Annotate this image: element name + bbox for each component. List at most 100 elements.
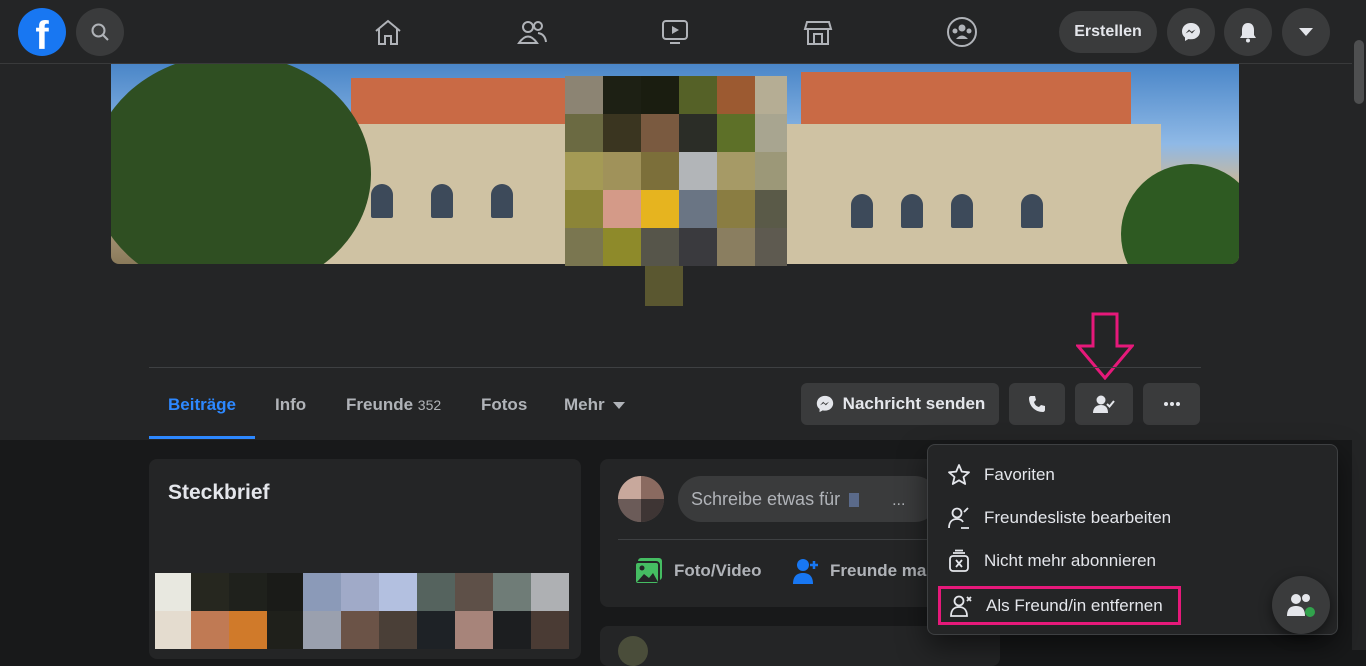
scrollbar-thumb[interactable] [1354, 40, 1364, 104]
contacts-icon [1287, 594, 1315, 617]
marketplace-icon [803, 21, 833, 45]
more-options-button[interactable] [1143, 383, 1200, 425]
watch-icon [662, 20, 688, 44]
nav-watch[interactable] [653, 10, 697, 54]
call-button[interactable] [1009, 383, 1065, 425]
cover-window [1021, 194, 1043, 228]
pixel [565, 114, 603, 152]
intro-title: Steckbrief [168, 481, 270, 504]
pixel [455, 573, 493, 611]
nav-marketplace[interactable] [796, 10, 840, 54]
pixel [755, 190, 787, 228]
avatar[interactable] [618, 476, 664, 522]
pixelated-name [849, 493, 860, 508]
cover-window [951, 194, 973, 228]
search-icon [91, 23, 109, 41]
pixel [641, 76, 679, 114]
messenger-icon [816, 395, 833, 413]
down-arrow-annotation-icon [1076, 312, 1134, 380]
pixel [531, 573, 569, 611]
pixel [603, 114, 641, 152]
pixel [493, 611, 531, 649]
tab-friends[interactable]: Freunde 352 [346, 383, 441, 439]
menu-item-unfriend[interactable]: Als Freund/in entfernen [938, 586, 1181, 625]
pixel [679, 190, 717, 228]
cover-window [901, 194, 923, 228]
create-button[interactable]: Erstellen [1059, 11, 1157, 53]
pixel [641, 228, 679, 266]
pixel [717, 152, 755, 190]
tab-more[interactable]: Mehr [564, 383, 626, 439]
tab-info[interactable]: Info [275, 383, 306, 439]
pixel [645, 266, 683, 306]
profile-picture[interactable] [565, 64, 787, 306]
pixel [455, 611, 493, 649]
intro-pixelated-photos[interactable] [155, 573, 569, 659]
phone-icon [1029, 396, 1045, 412]
pixel [603, 190, 641, 228]
friends-count: 352 [417, 397, 442, 413]
pixel [679, 114, 717, 152]
tag-friends-icon [793, 559, 818, 584]
header-divider [149, 367, 1201, 368]
tab-label: Beiträge [167, 395, 237, 414]
pixel [191, 611, 229, 649]
pixel [191, 573, 229, 611]
pixel [755, 152, 787, 190]
menu-item-edit-friend-list[interactable]: Freundesliste bearbeiten [936, 497, 1331, 539]
messenger-button[interactable] [1167, 8, 1215, 56]
photo-video-label: Foto/Video [674, 561, 762, 580]
pixel [531, 611, 569, 649]
pixel [755, 114, 787, 152]
composer-input[interactable]: Schreibe etwas für ... [678, 476, 938, 522]
more-dots-icon [1163, 402, 1180, 406]
pixel [755, 228, 787, 266]
composer-placeholder: Schreibe etwas für [691, 489, 841, 509]
pixel [603, 152, 641, 190]
notifications-button[interactable] [1224, 8, 1272, 56]
profile-header: Beiträge Info Freunde 352 Fotos Mehr Nac… [0, 64, 1352, 440]
new-chat-button[interactable] [1272, 576, 1330, 634]
pixel [267, 573, 303, 611]
tag-friends-button[interactable]: Freunde ma [792, 557, 926, 585]
pixel [603, 76, 641, 114]
menu-item-favorites[interactable]: Favoriten [936, 454, 1331, 496]
menu-item-label: Freundesliste bearbeiten [984, 508, 1172, 527]
pixel [641, 114, 679, 152]
pixel [641, 476, 664, 499]
pixel [341, 573, 379, 611]
send-message-label: Nachricht senden [842, 394, 986, 413]
cover-tree [111, 64, 371, 264]
nav-home[interactable] [366, 10, 410, 54]
menu-item-unfollow[interactable]: Nicht mehr abonnieren [936, 540, 1331, 582]
cover-window [431, 184, 453, 218]
friends-status-button[interactable] [1075, 383, 1133, 425]
pixel [155, 611, 191, 649]
menu-item-label: Als Freund/in entfernen [986, 595, 1163, 615]
unfollow-icon [946, 548, 972, 574]
pixel [417, 611, 455, 649]
edit-friend-list-icon [946, 505, 972, 531]
pixel [379, 573, 417, 611]
photo-video-icon [634, 558, 662, 585]
pixel [493, 573, 531, 611]
tab-label: Freunde [346, 395, 414, 414]
account-menu-button[interactable] [1282, 8, 1330, 56]
avatar[interactable] [618, 636, 648, 666]
pixel [641, 152, 679, 190]
pixel [755, 76, 787, 114]
pixel [641, 499, 664, 522]
menu-item-label: Nicht mehr abonnieren [984, 551, 1156, 570]
nav-friends[interactable] [510, 10, 554, 54]
pixel [679, 152, 717, 190]
send-message-button[interactable]: Nachricht senden [801, 383, 999, 425]
tab-posts[interactable]: Beiträge [149, 383, 255, 439]
tab-photos[interactable]: Fotos [481, 383, 527, 439]
scrollbar-track[interactable] [1352, 40, 1366, 650]
facebook-logo[interactable]: f [18, 8, 66, 56]
pixel [229, 573, 267, 611]
nav-groups[interactable] [940, 10, 984, 54]
photo-video-button[interactable]: Foto/Video [634, 557, 762, 585]
account-menu-icon [1299, 28, 1313, 36]
search-button[interactable] [76, 8, 124, 56]
